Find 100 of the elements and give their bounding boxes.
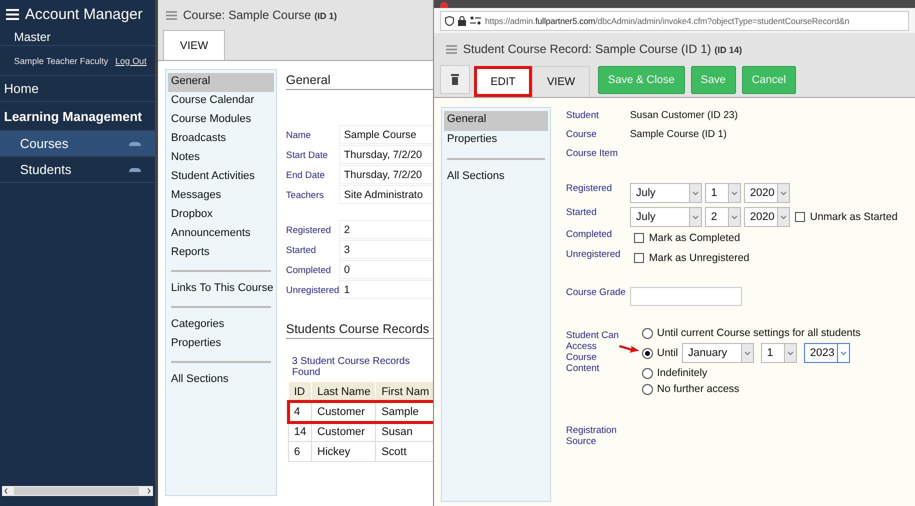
collapse-icon[interactable] — [129, 142, 141, 146]
field-label: Course — [566, 129, 598, 140]
field-label: Started — [286, 244, 317, 256]
chevron-icon — [780, 214, 787, 220]
nav-item[interactable]: All Sections — [168, 371, 274, 390]
scroll-right-icon[interactable] — [147, 488, 151, 494]
field-label: Unregistered — [286, 284, 340, 297]
chevron-icon — [731, 214, 738, 220]
field-label: Completed — [286, 264, 332, 277]
delete-button[interactable] — [440, 65, 470, 94]
column-header: First Nam — [376, 382, 433, 402]
day-select[interactable]: 1 — [705, 183, 741, 203]
window-title: Course: Sample Course (ID 1) — [183, 8, 337, 22]
column-header: ID — [288, 382, 312, 402]
nav-item[interactable]: Course Modules — [168, 111, 274, 130]
field-label: Course Grade — [566, 287, 627, 298]
nav-item[interactable]: Broadcasts — [168, 130, 274, 149]
field-label: End Date — [286, 168, 326, 182]
chevron-icon — [692, 214, 699, 220]
highlighted-row[interactable]: 4 Customer Sample — [288, 402, 433, 422]
field-label: Start Date — [286, 148, 329, 162]
field-value: Sample Course (ID 1) — [630, 129, 727, 140]
chevron-icon — [780, 190, 787, 196]
radio-button[interactable] — [642, 328, 653, 338]
radio-button[interactable] — [642, 348, 653, 358]
field-label: Registered — [286, 224, 332, 237]
year-select[interactable]: 2023 — [804, 343, 850, 363]
lock-icon — [458, 16, 466, 26]
nav-item[interactable]: Links To This Course — [168, 280, 274, 299]
chevron-icon — [731, 190, 738, 196]
chevron-icon — [840, 350, 848, 356]
nav-item[interactable]: Messages — [168, 187, 274, 206]
nav-item[interactable]: Announcements — [168, 225, 274, 244]
tab[interactable]: VIEW — [163, 30, 226, 60]
checkbox-label: Mark as Unregistered — [649, 252, 750, 264]
month-select[interactable]: July — [630, 183, 702, 203]
nav-item[interactable]: Notes — [168, 149, 274, 168]
chevron-icon — [787, 350, 794, 356]
radio-label: Indefinitely — [657, 367, 708, 379]
field-label: Name — [286, 128, 312, 142]
nav-item[interactable]: Properties — [444, 131, 548, 151]
radio-button[interactable] — [642, 368, 653, 378]
settings-icon — [470, 16, 481, 25]
nav-item[interactable]: Reports — [168, 244, 274, 263]
table-cell: Hickey — [312, 442, 376, 462]
month-select[interactable]: July — [630, 207, 702, 227]
radio-button[interactable] — [642, 384, 653, 394]
nav-item[interactable]: Student Activities — [168, 168, 274, 187]
account-name: Master — [14, 30, 51, 44]
collapse-icon[interactable] — [129, 168, 141, 172]
field-label: Student Can Access Course Content — [566, 329, 620, 374]
chevron-icon — [744, 350, 752, 356]
browser-logo-icon — [440, 2, 448, 8]
nav-item[interactable]: General — [168, 73, 274, 92]
scroll-left-icon[interactable] — [4, 488, 8, 494]
field-label: Course Item — [566, 148, 619, 159]
checkbox-label: Mark as Completed — [649, 232, 740, 244]
chevron-icon — [692, 190, 699, 196]
column-header: Last Name — [312, 382, 376, 402]
field-label: Completed — [566, 229, 613, 240]
nav-item[interactable]: Categories — [168, 316, 274, 335]
radio-label: Until — [657, 347, 678, 359]
field-label: Student — [566, 110, 600, 121]
app-title: Account Manager — [25, 6, 143, 22]
nav-item[interactable]: Course Calendar — [168, 92, 274, 111]
field-label: Registration Source — [566, 425, 618, 447]
year-select[interactable]: 2020 — [744, 207, 790, 227]
table-cell: 14 — [288, 422, 312, 442]
month-select[interactable]: January — [682, 343, 754, 363]
field-label: Teachers — [286, 188, 325, 202]
user-name: Sample Teacher Faculty — [14, 56, 108, 66]
year-select[interactable]: 2020 — [744, 183, 790, 203]
checkbox-label: Unmark as Started — [810, 211, 898, 223]
day-select[interactable]: 2 — [705, 207, 741, 227]
table-cell: 6 — [288, 442, 312, 462]
window-title: Student Course Record: Sample Course (ID 1) (ID 14) — [463, 42, 742, 56]
checkbox[interactable] — [634, 233, 644, 243]
checkbox[interactable] — [634, 253, 644, 263]
field-label: Registered — [566, 183, 613, 194]
grade-field[interactable] — [630, 287, 742, 306]
nav-item[interactable]: All Sections — [444, 168, 548, 188]
nav-item[interactable]: Dropbox — [168, 206, 274, 225]
trash-icon — [451, 74, 459, 85]
url-text: https://admin.fullpartner5.com/dbcAdmin/admin/invoke4.cfm?objectType=studentCourseRecord&n — [485, 16, 850, 26]
sidebar-item[interactable]: Courses — [0, 131, 155, 157]
address-bar[interactable]: https://admin.fullpartner5.com/dbcAdmin/admin/invoke4.cfm?objectType=studentCourseRecord&n — [440, 10, 909, 30]
table-cell: Customer — [312, 422, 376, 442]
field-label: Unregistered — [566, 249, 622, 260]
nav-item[interactable]: Properties — [168, 335, 274, 354]
radio-label: No further access — [657, 383, 740, 395]
logout-link[interactable]: Log Out — [115, 56, 147, 66]
tab[interactable]: VIEW — [532, 66, 590, 97]
field-label: Started — [566, 207, 598, 218]
day-select[interactable]: 1 — [761, 343, 798, 363]
tab[interactable]: EDIT — [474, 66, 532, 97]
checkbox[interactable] — [795, 212, 805, 222]
shield-icon — [445, 16, 454, 26]
records-count: 3 Student Course Records Found — [292, 356, 411, 378]
nav-item[interactable]: General — [444, 111, 548, 131]
horizontal-scrollbar[interactable] — [2, 486, 153, 496]
